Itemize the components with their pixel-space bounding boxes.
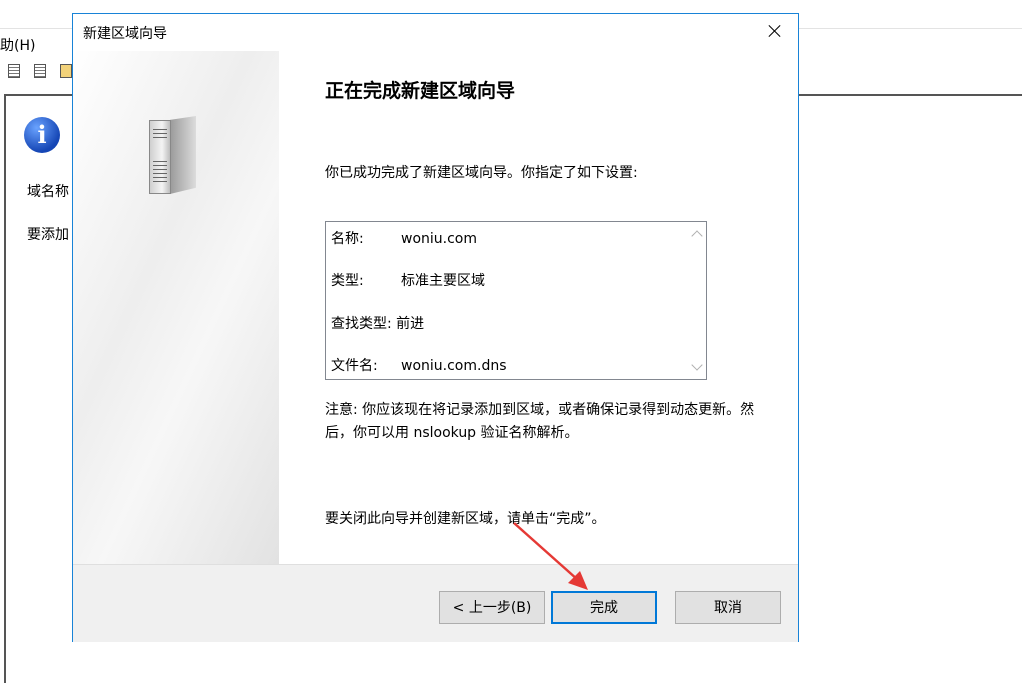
button-bar: < 上一步(B) 完成 取消: [73, 564, 798, 642]
setting-row-lookup: 查找类型: 前进: [331, 313, 424, 333]
setting-row-type: 类型: 标准主要区域: [331, 270, 485, 290]
new-zone-wizard-dialog: 新建区域向导 正在完成新建区域向导 你已成功完成了新建区域向导。你指定了如下设置…: [72, 13, 799, 642]
intro-text: 你已成功完成了新建区域向导。你指定了如下设置:: [325, 165, 638, 181]
dialog-title: 新建区域向导: [83, 26, 167, 42]
closing-text: 要关闭此向导并创建新区域，请单击“完成”。: [325, 511, 606, 527]
setting-row-name: 名称: woniu.com: [331, 228, 477, 248]
list-icon[interactable]: [8, 64, 20, 78]
info-icon: i: [24, 117, 60, 153]
setting-value: 前进: [396, 316, 425, 332]
setting-value: woniu.com: [401, 231, 478, 247]
setting-row-file: 文件名: woniu.com.dns: [331, 355, 507, 375]
note-text: 注意: 你应该现在将记录添加到区域，或者确保记录得到动态更新。然后，你可以用 n…: [325, 402, 755, 441]
settings-summary-box[interactable]: 名称: woniu.com 类型: 标准主要区域 查找类型: 前进 文件名: woni…: [325, 221, 707, 380]
scroll-up-icon[interactable]: [691, 230, 703, 242]
details-icon[interactable]: [34, 64, 46, 78]
wizard-side-panel: [73, 51, 279, 564]
setting-label: 类型:: [331, 273, 364, 289]
folder-icon[interactable]: [60, 64, 72, 78]
setting-label: 文件名:: [331, 358, 378, 374]
setting-value: woniu.com.dns: [401, 358, 507, 374]
title-bar: 新建区域向导: [73, 14, 798, 51]
close-icon[interactable]: [764, 20, 786, 42]
setting-label: 名称:: [331, 231, 364, 247]
wizard-heading: 正在完成新建区域向导: [325, 80, 516, 102]
vertical-scrollbar[interactable]: [689, 222, 706, 379]
setting-label: 查找类型:: [331, 316, 392, 332]
zone-name-label: 域名称: [27, 184, 69, 200]
setting-value: 标准主要区域: [401, 273, 485, 289]
menu-help[interactable]: 助(H): [0, 35, 35, 55]
back-button[interactable]: < 上一步(B): [439, 591, 545, 624]
cancel-button[interactable]: 取消: [675, 591, 781, 624]
add-label: 要添加: [27, 227, 69, 243]
finish-button[interactable]: 完成: [551, 591, 657, 624]
server-icon: [149, 116, 197, 194]
scroll-down-icon[interactable]: [691, 359, 703, 371]
